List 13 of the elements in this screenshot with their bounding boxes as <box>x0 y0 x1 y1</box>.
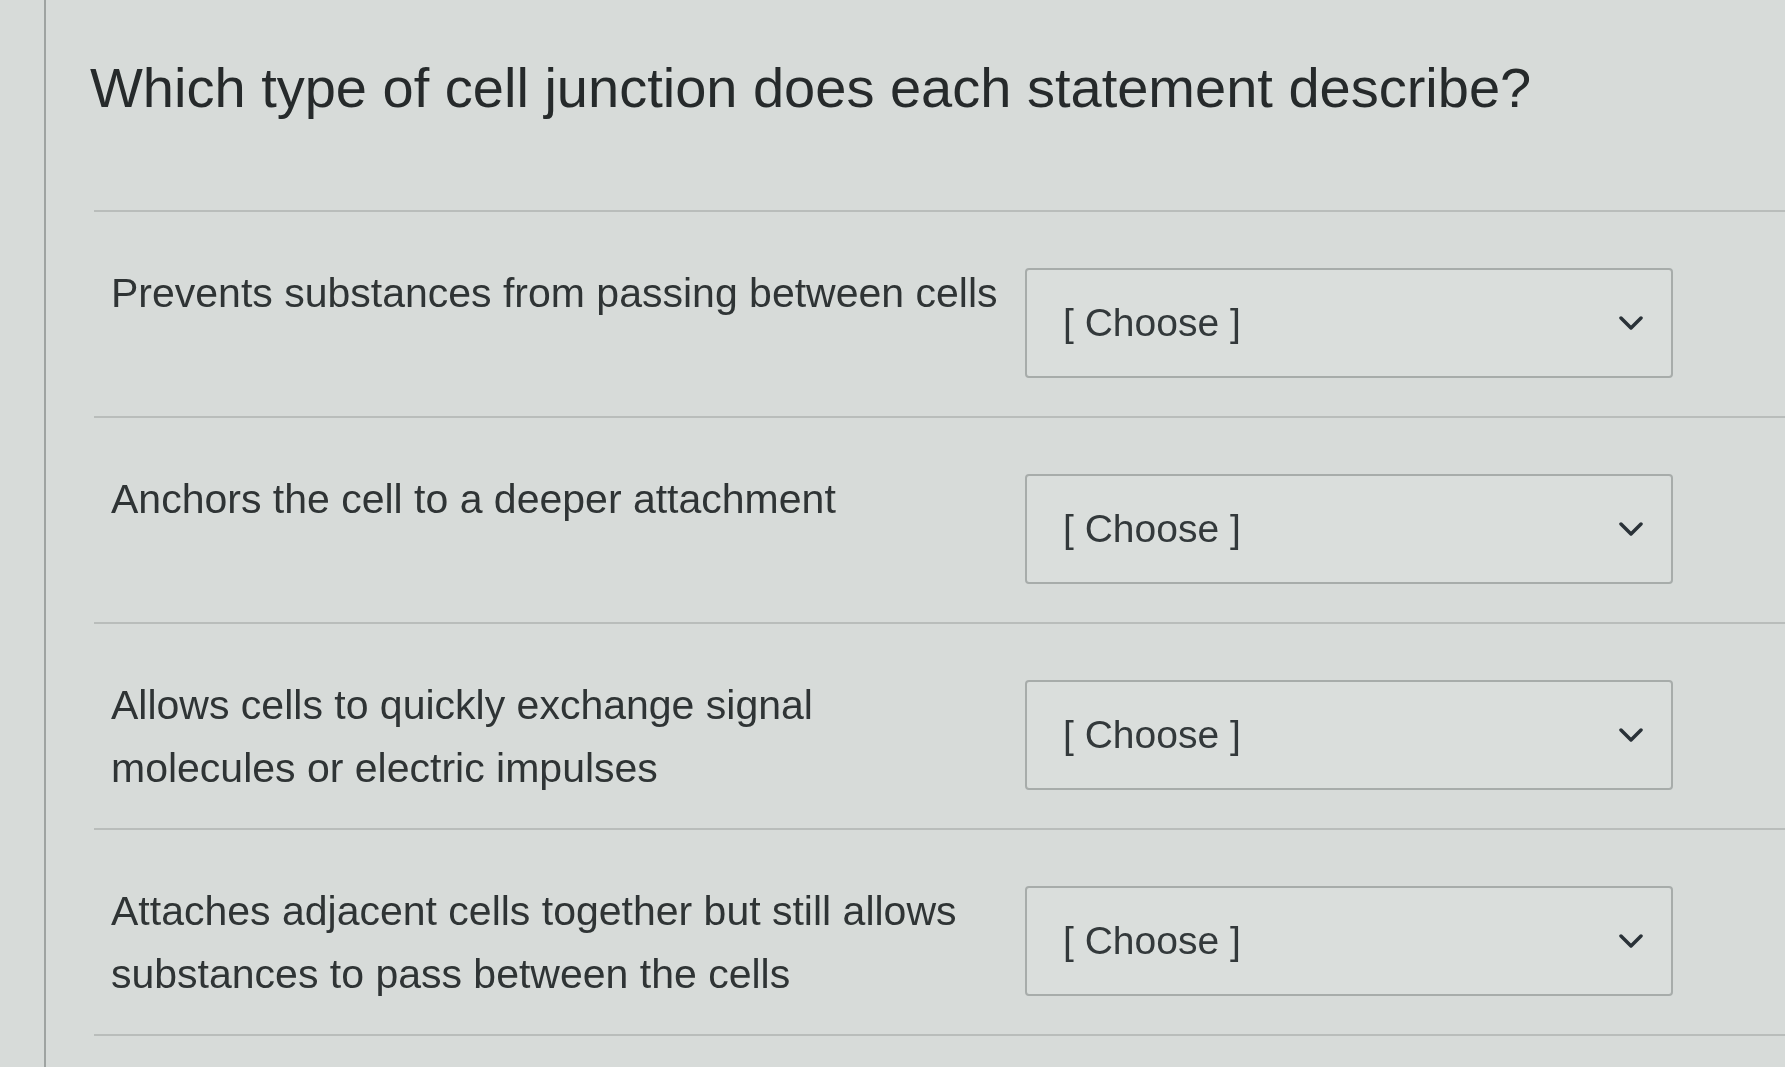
statement-text: Allows cells to quickly exchange signal molecules or electric impulses <box>111 681 813 793</box>
dropdown-select[interactable]: [ Choose ] <box>1025 680 1673 790</box>
chevron-down-icon <box>1619 728 1643 742</box>
statement-text: Anchors the cell to a deeper attachment <box>111 475 836 524</box>
dropdown-select[interactable]: [ Choose ] <box>1025 268 1673 378</box>
statement-text: Attaches adjacent cells together but still allows substances to pass between the cells <box>111 887 957 999</box>
chevron-down-icon <box>1619 316 1643 330</box>
dropdown-select[interactable]: [ Choose ] <box>1025 474 1673 584</box>
chevron-down-icon <box>1619 522 1643 536</box>
chevron-down-icon <box>1619 934 1643 948</box>
question-title: Which type of cell junction does each statement describe? <box>90 56 1532 120</box>
statement-text: Prevents substances from passing between cells <box>111 269 998 318</box>
dropdown-select[interactable]: [ Choose ] <box>1025 886 1673 996</box>
